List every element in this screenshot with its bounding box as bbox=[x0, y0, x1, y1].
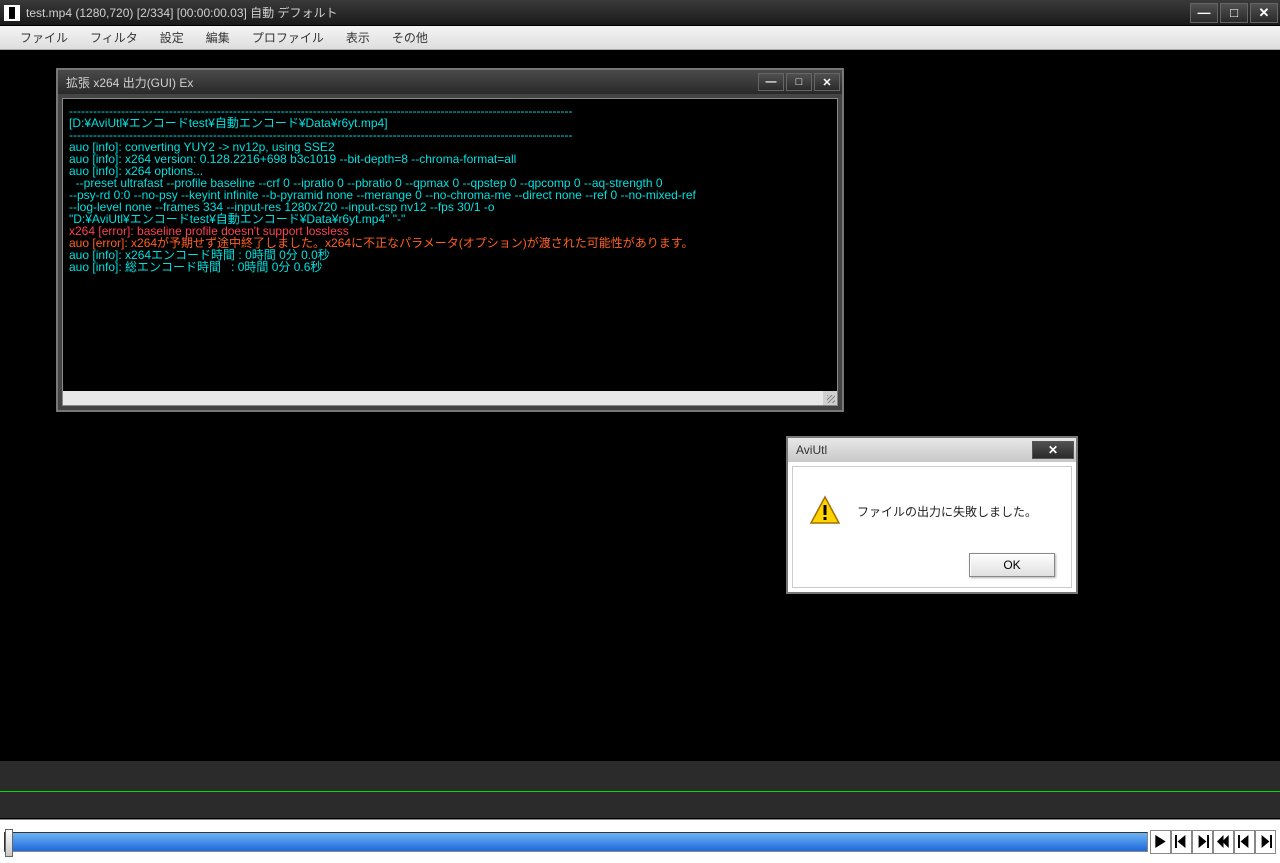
playback-buttons bbox=[1150, 830, 1276, 854]
console-titlebar[interactable]: 拡張 x264 出力(GUI) Ex — □ ✕ bbox=[58, 70, 842, 94]
warning-icon bbox=[809, 495, 841, 527]
console-maximize-button[interactable]: □ bbox=[786, 73, 812, 91]
main-window-buttons: — □ ✕ bbox=[1190, 3, 1280, 23]
seek-fill bbox=[5, 833, 1147, 851]
bottom-controls bbox=[0, 819, 1280, 863]
error-dialog[interactable]: AviUtl ✕ ファイルの出力に失敗しました。 OK bbox=[786, 436, 1078, 594]
dialog-content: ファイルの出力に失敗しました。 OK bbox=[792, 466, 1072, 588]
menu-view[interactable]: 表示 bbox=[336, 27, 380, 48]
close-button[interactable]: ✕ bbox=[1250, 3, 1278, 23]
seek-thumb[interactable] bbox=[5, 829, 13, 857]
dialog-button-row: OK bbox=[809, 553, 1055, 577]
console-text[interactable]: ----------------------------------------… bbox=[69, 105, 831, 273]
play-button[interactable] bbox=[1150, 830, 1171, 854]
dialog-message: ファイルの出力に失敗しました。 bbox=[857, 503, 1037, 520]
console-body: ----------------------------------------… bbox=[62, 98, 838, 406]
menu-edit[interactable]: 編集 bbox=[196, 27, 240, 48]
console-h-scrollbar[interactable] bbox=[63, 391, 823, 405]
console-close-button[interactable]: ✕ bbox=[814, 73, 840, 91]
dialog-body: ファイルの出力に失敗しました。 OK bbox=[788, 462, 1076, 592]
console-title: 拡張 x264 出力(GUI) Ex bbox=[66, 74, 758, 91]
timeline-marker-line bbox=[0, 791, 1280, 792]
ok-button[interactable]: OK bbox=[969, 553, 1055, 577]
main-window-titlebar[interactable]: test.mp4 (1280,720) [2/334] [00:00:00.03… bbox=[0, 0, 1280, 26]
goto-start-button[interactable] bbox=[1234, 830, 1255, 854]
menu-other[interactable]: その他 bbox=[382, 27, 438, 48]
dialog-close-button[interactable]: ✕ bbox=[1032, 441, 1074, 459]
console-line-time2: auo [info]: 総エンコード時間 : 0時間 0分 0.6秒 bbox=[69, 260, 322, 274]
dialog-message-row: ファイルの出力に失敗しました。 bbox=[809, 495, 1055, 527]
main-window-title: test.mp4 (1280,720) [2/334] [00:00:00.03… bbox=[26, 4, 1190, 21]
step-forward-button[interactable] bbox=[1192, 830, 1213, 854]
minimize-button[interactable]: — bbox=[1190, 3, 1218, 23]
prev-keyframe-button[interactable] bbox=[1213, 830, 1234, 854]
menu-settings[interactable]: 設定 bbox=[150, 27, 194, 48]
console-minimize-button[interactable]: — bbox=[758, 73, 784, 91]
dialog-titlebar[interactable]: AviUtl ✕ bbox=[788, 438, 1076, 462]
console-window[interactable]: 拡張 x264 出力(GUI) Ex — □ ✕ ---------------… bbox=[56, 68, 844, 412]
menu-filter[interactable]: フィルタ bbox=[80, 27, 148, 48]
step-back-button[interactable] bbox=[1171, 830, 1192, 854]
console-window-buttons: — □ ✕ bbox=[758, 73, 842, 91]
dialog-title: AviUtl bbox=[796, 443, 1032, 457]
seek-bar[interactable] bbox=[4, 832, 1148, 852]
menu-profile[interactable]: プロファイル bbox=[242, 27, 334, 48]
timeline-strip[interactable] bbox=[0, 760, 1280, 818]
app-icon bbox=[4, 5, 20, 21]
goto-end-button[interactable] bbox=[1255, 830, 1276, 854]
maximize-button[interactable]: □ bbox=[1220, 3, 1248, 23]
menubar: ファイル フィルタ 設定 編集 プロファイル 表示 その他 bbox=[0, 26, 1280, 50]
menu-file[interactable]: ファイル bbox=[10, 27, 78, 48]
console-resize-grip[interactable] bbox=[823, 391, 837, 405]
